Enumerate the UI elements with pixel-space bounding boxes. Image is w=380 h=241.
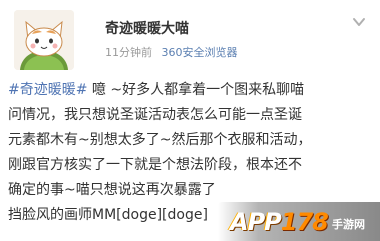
expand-menu-button[interactable] xyxy=(351,14,367,30)
post-card: 奇迹暖暖大喵 11分钟前 360安全浏览器 #奇迹暖暖# 噫 ~好多人都拿着一个… xyxy=(0,0,380,241)
post-meta: 11分钟前 360安全浏览器 xyxy=(105,44,238,60)
watermark-logo: APP178 手游网 xyxy=(218,202,380,241)
user-name[interactable]: 奇迹暖暖大喵 xyxy=(105,18,189,38)
chevron-down-icon xyxy=(353,18,365,26)
hashtag-link[interactable]: #奇迹暖暖# xyxy=(8,82,87,98)
post-time: 11分钟前 xyxy=(105,46,152,59)
avatar[interactable] xyxy=(14,10,74,70)
post-source[interactable]: 360安全浏览器 xyxy=(162,46,238,59)
